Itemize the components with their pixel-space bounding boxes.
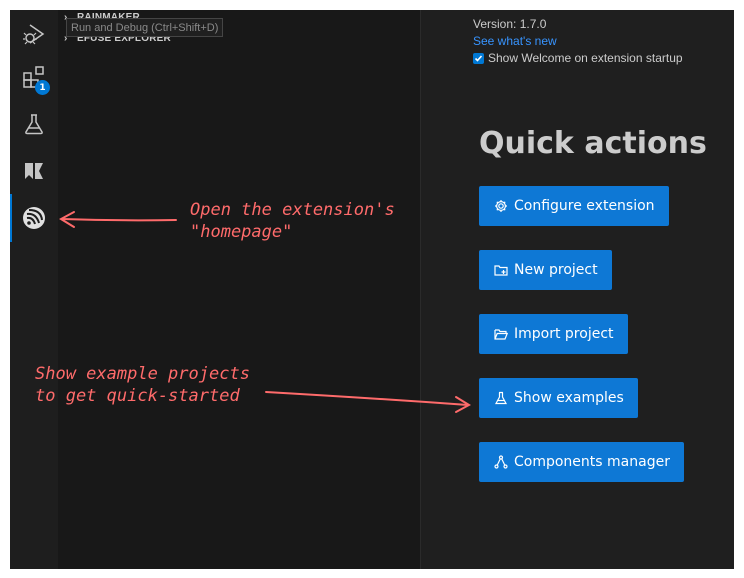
new-project-button[interactable]: New project bbox=[479, 250, 612, 290]
activity-run-debug[interactable] bbox=[10, 10, 58, 58]
espressif-icon bbox=[21, 205, 47, 231]
configure-extension-button[interactable]: Configure extension bbox=[479, 186, 669, 226]
show-welcome-option[interactable]: Show Welcome on extension startup bbox=[473, 51, 683, 65]
button-label: Import project bbox=[514, 326, 614, 342]
new-folder-icon bbox=[494, 263, 508, 277]
activity-bookmarks[interactable] bbox=[10, 147, 58, 195]
activity-bar: 1 bbox=[10, 10, 59, 569]
button-label: Show examples bbox=[514, 390, 624, 406]
side-bar: › RAINMAKER › EFUSE EXPLORER bbox=[58, 10, 421, 569]
components-icon bbox=[494, 455, 508, 469]
folder-open-icon bbox=[494, 327, 508, 341]
quick-actions-title: Quick actions bbox=[479, 126, 707, 161]
show-examples-button[interactable]: Show examples bbox=[479, 378, 638, 418]
show-welcome-checkbox[interactable] bbox=[473, 52, 484, 64]
extensions-badge: 1 bbox=[35, 80, 50, 95]
welcome-page: Version: 1.7.0 See what's new Show Welco… bbox=[421, 10, 734, 569]
activity-espressif[interactable] bbox=[10, 194, 58, 242]
activity-testing[interactable] bbox=[10, 100, 58, 148]
testing-flask-icon bbox=[22, 112, 46, 136]
components-manager-button[interactable]: Components manager bbox=[479, 442, 684, 482]
show-welcome-label: Show Welcome on extension startup bbox=[488, 51, 683, 65]
gear-icon bbox=[494, 199, 508, 213]
button-label: New project bbox=[514, 262, 598, 278]
version-label: Version: 1.7.0 bbox=[473, 17, 547, 31]
tooltip: Run and Debug (Ctrl+Shift+D) bbox=[66, 18, 224, 37]
button-label: Configure extension bbox=[514, 198, 655, 214]
activity-extensions[interactable]: 1 bbox=[10, 53, 58, 101]
button-label: Components manager bbox=[514, 454, 670, 470]
whats-new-link[interactable]: See what's new bbox=[473, 34, 557, 48]
vscode-window: 1 › RAINMAKER › EFUSE EXPLORER Run and D… bbox=[10, 10, 734, 569]
bookmark-flags-icon bbox=[22, 159, 46, 183]
import-project-button[interactable]: Import project bbox=[479, 314, 628, 354]
run-debug-icon bbox=[21, 21, 47, 47]
flask-icon bbox=[494, 391, 508, 405]
